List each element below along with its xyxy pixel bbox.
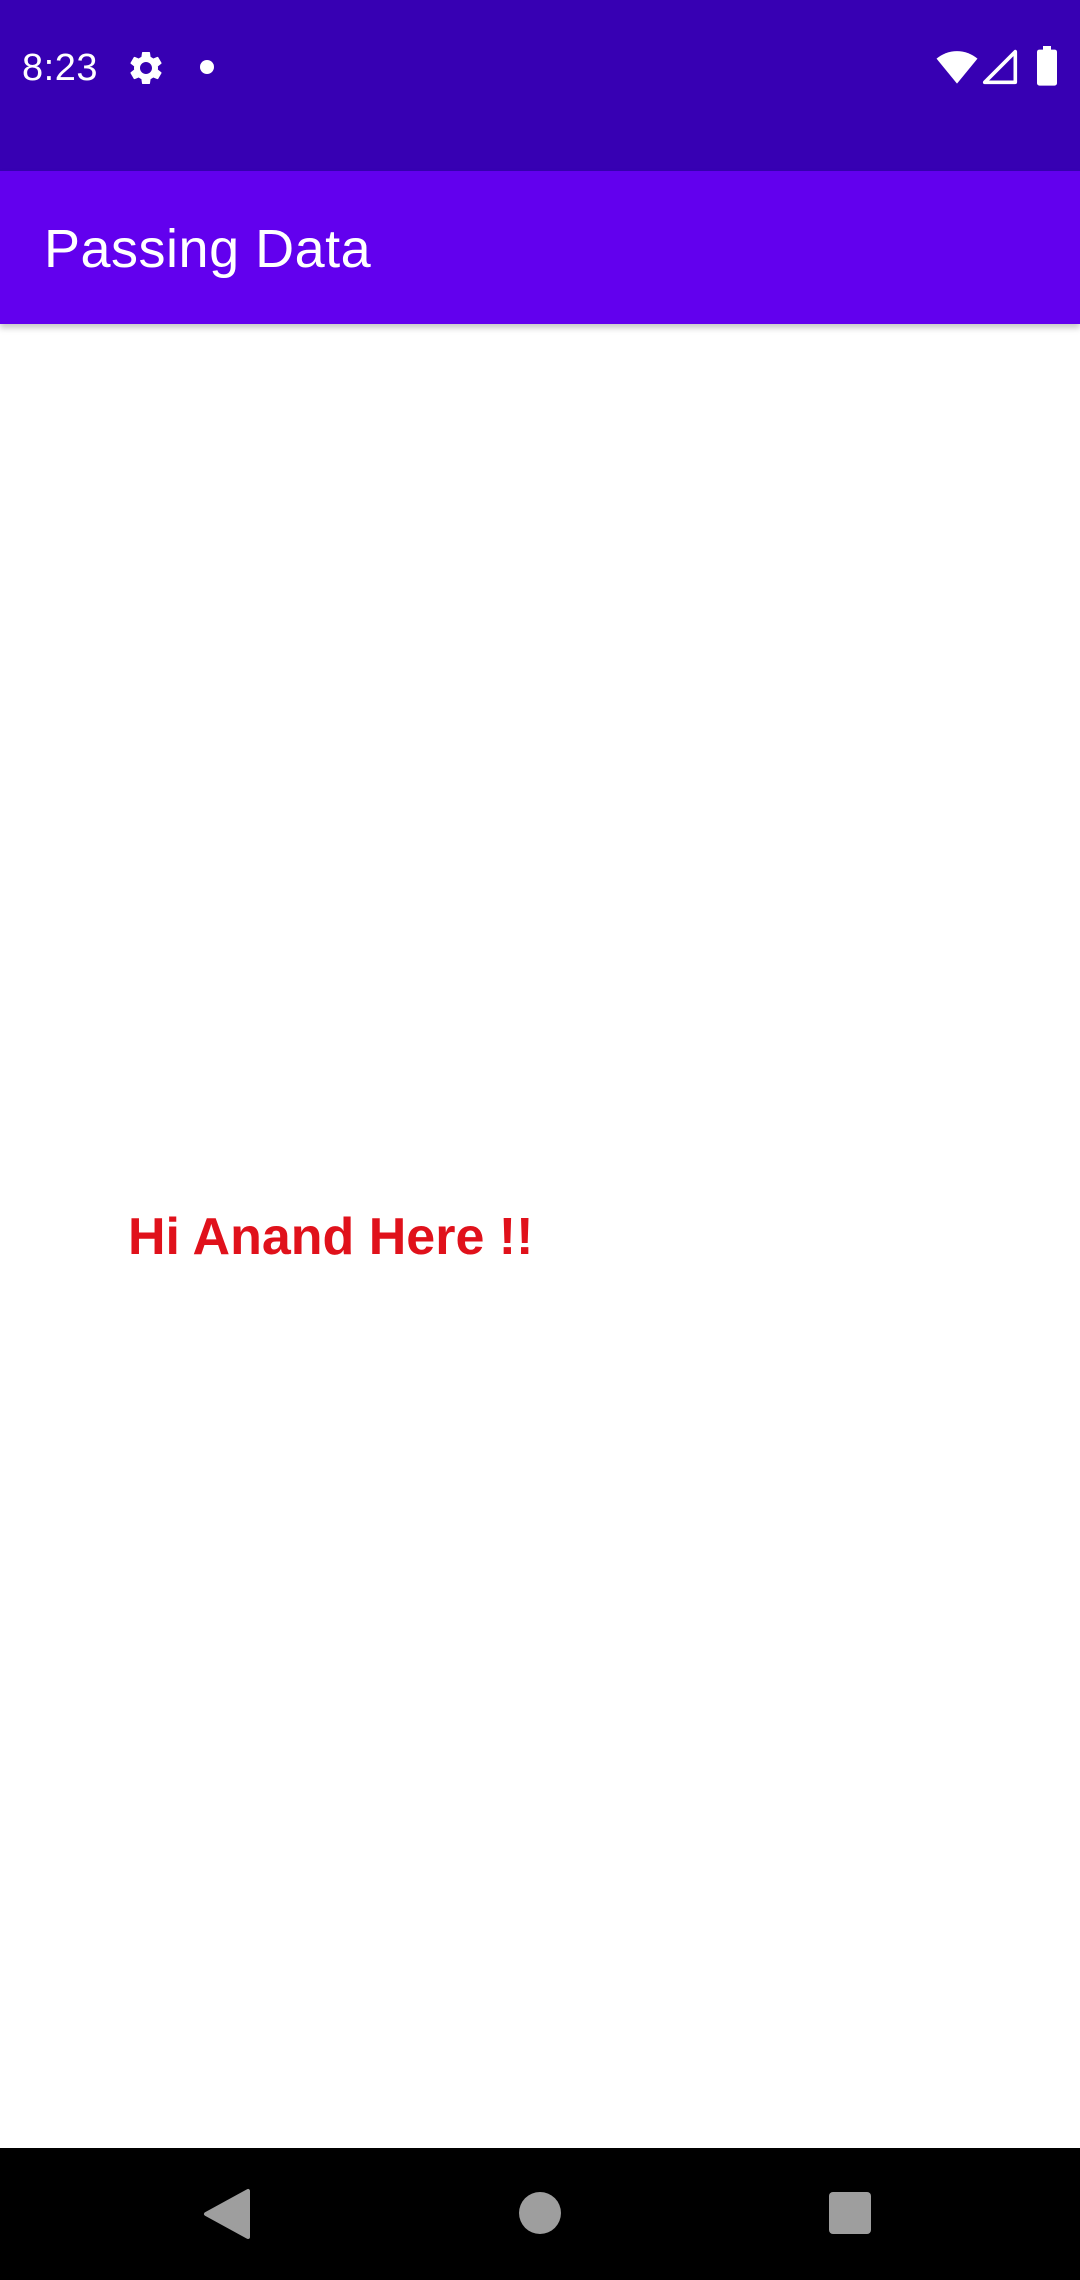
navigation-bar bbox=[0, 2148, 1080, 2280]
greeting-text: Hi Anand Here !! bbox=[128, 1208, 534, 1266]
home-icon[interactable] bbox=[519, 2192, 561, 2234]
gear-icon bbox=[130, 51, 162, 84]
notification-dot-icon bbox=[200, 60, 214, 74]
status-time: 8:23 bbox=[22, 47, 98, 89]
status-bar: 8:23 bbox=[0, 0, 1080, 171]
screen: 8:23 Passing Data Hi Anand Here !! bbox=[0, 0, 1080, 2280]
cell-signal-icon bbox=[982, 49, 1018, 85]
battery-icon bbox=[1037, 46, 1057, 86]
content-area: Hi Anand Here !! bbox=[0, 324, 1080, 2148]
recents-icon[interactable] bbox=[829, 2192, 871, 2234]
wifi-icon bbox=[936, 51, 978, 84]
app-title: Passing Data bbox=[44, 219, 372, 279]
back-icon[interactable] bbox=[202, 2188, 252, 2240]
app-bar: Passing Data bbox=[0, 171, 1080, 324]
